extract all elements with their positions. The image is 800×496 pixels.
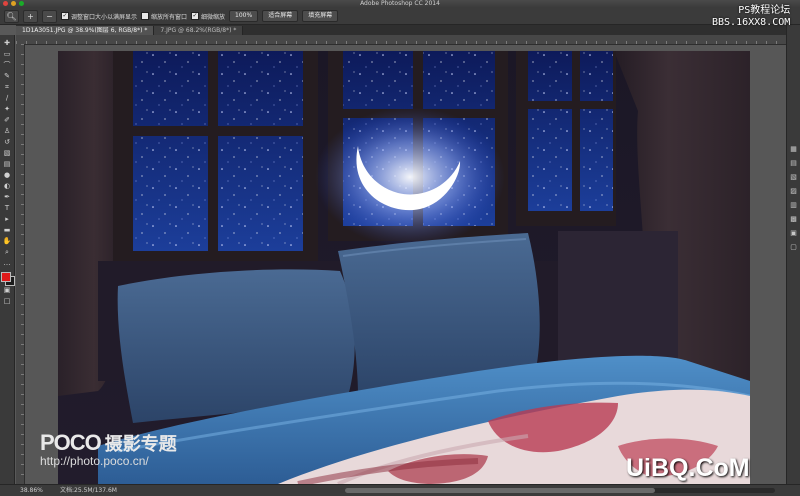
horizontal-scrollbar[interactable] xyxy=(345,488,775,493)
watermark-forum: PS教程论坛 BBS.16XX8.COM xyxy=(712,5,790,29)
tools-panel: ✚ ▭ ⌒ ✎ ⌗ ∕ ✦ ✐ ♙ ↺ ▧ ▤ ● ◐ ✒ T ▸ ▬ ✋ ⌕ … xyxy=(0,35,15,484)
tab-document-1[interactable]: 1D1A3051.JPG @ 38.9%(图层 6, RGB/8*) * xyxy=(16,26,155,35)
window-title: Adobe Photoshop CC 2014 xyxy=(360,0,440,7)
gradient-tool-icon[interactable]: ▤ xyxy=(2,160,13,169)
screen-mode-icon[interactable]: □ xyxy=(2,297,13,306)
checkbox-label: 调整窗口大小以满屏显示 xyxy=(71,13,138,21)
zoom-level[interactable]: 38.86% xyxy=(20,485,43,496)
zoom-window-icon[interactable] xyxy=(19,1,24,6)
poco-brand: POCO xyxy=(40,430,102,455)
panel-icon-1[interactable]: ▦ xyxy=(789,145,798,153)
crop-tool-icon[interactable]: ⌗ xyxy=(2,83,13,92)
eraser-tool-icon[interactable]: ▧ xyxy=(2,149,13,158)
color-swatches[interactable] xyxy=(1,272,15,286)
panel-icon-5[interactable]: ▥ xyxy=(789,201,798,209)
tab-label: 7.JPG @ 68.2%(RGB/8*) * xyxy=(160,27,237,34)
tab-label: 1D1A3051.JPG @ 38.9%(图层 6, RGB/8*) * xyxy=(22,27,148,34)
options-bar: 🔍︎ + − ✓ 调整窗口大小以满屏显示 缩放所有窗口 ✓ 细微缩放 100% … xyxy=(0,8,800,25)
quick-mask-icon[interactable]: ▣ xyxy=(2,286,13,295)
hand-tool-icon[interactable]: ✋ xyxy=(2,237,13,246)
checkmark-icon: ✓ xyxy=(191,12,200,20)
window-controls xyxy=(3,1,24,6)
dodge-tool-icon[interactable]: ◐ xyxy=(2,182,13,191)
tab-document-2[interactable]: 7.JPG @ 68.2%(RGB/8*) * xyxy=(154,26,244,35)
type-tool-icon[interactable]: T xyxy=(2,204,13,213)
watermark-uibq: UiBQ.CoM xyxy=(626,454,750,482)
photoshop-window: Adobe Photoshop CC 2014 🔍︎ + − ✓ 调整窗口大小以… xyxy=(0,0,800,496)
blur-tool-icon[interactable]: ● xyxy=(2,171,13,180)
bedroom-night-photo[interactable] xyxy=(58,51,750,484)
pen-tool-icon[interactable]: ✒ xyxy=(2,193,13,202)
title-bar: Adobe Photoshop CC 2014 xyxy=(0,0,800,8)
checkmark-icon: ✓ xyxy=(61,12,69,20)
poco-url: http://photo.poco.cn/ xyxy=(40,454,149,468)
brush-tool-icon[interactable]: ✐ xyxy=(2,116,13,125)
panel-icon-2[interactable]: ▤ xyxy=(789,159,798,167)
zoom-100-button[interactable]: 100% xyxy=(229,10,259,22)
panel-icon-8[interactable]: ▢ xyxy=(789,243,798,251)
history-brush-icon[interactable]: ↺ xyxy=(2,138,13,147)
clone-stamp-icon[interactable]: ♙ xyxy=(2,127,13,136)
close-window-icon[interactable] xyxy=(3,1,8,6)
resize-windows-checkbox[interactable]: ✓ 调整窗口大小以满屏显示 xyxy=(61,12,137,21)
fill-screen-button[interactable]: 填充屏幕 xyxy=(302,10,339,22)
canvas-area[interactable] xyxy=(25,45,786,484)
shape-tool-icon[interactable]: ▬ xyxy=(2,226,13,235)
horizontal-ruler[interactable] xyxy=(16,35,786,45)
checkbox-label: 缩放所有窗口 xyxy=(151,13,188,21)
path-select-icon[interactable]: ▸ xyxy=(2,215,13,224)
quick-select-tool-icon[interactable]: ✎ xyxy=(2,72,13,81)
watermark-poco: POCO 摄影专题 http://photo.poco.cn/ xyxy=(40,432,177,468)
panel-icon-4[interactable]: ▨ xyxy=(789,187,798,195)
document-tabs: 1D1A3051.JPG @ 38.9%(图层 6, RGB/8*) * 7.J… xyxy=(16,25,786,35)
more-tools-icon[interactable]: … xyxy=(2,259,13,268)
watermark-forum-line2: BBS.16XX8.COM xyxy=(712,17,791,28)
zoom-tool-icon[interactable]: ⌕ xyxy=(2,248,13,257)
zoom-out-icon[interactable]: − xyxy=(42,9,57,23)
panel-icon-3[interactable]: ▧ xyxy=(789,173,798,181)
healing-brush-icon[interactable]: ✦ xyxy=(2,105,13,114)
zoom-tool-icon[interactable]: 🔍︎ xyxy=(4,9,19,23)
minimize-window-icon[interactable] xyxy=(11,1,16,6)
vertical-ruler[interactable] xyxy=(16,44,25,484)
fit-screen-button[interactable]: 适合屏幕 xyxy=(262,10,299,22)
poco-subtitle: 摄影专题 xyxy=(104,434,177,454)
foreground-color-swatch[interactable] xyxy=(1,272,11,282)
checkbox-label: 细微缩放 xyxy=(201,13,226,21)
marquee-tool-icon[interactable]: ▭ xyxy=(2,50,13,59)
watermark-forum-line1: PS教程论坛 xyxy=(738,5,791,16)
lasso-tool-icon[interactable]: ⌒ xyxy=(2,61,13,70)
panel-icon-7[interactable]: ▣ xyxy=(789,229,798,237)
panel-icon-6[interactable]: ▩ xyxy=(789,215,798,223)
document-size[interactable]: 文档:25.5M/137.6M xyxy=(60,485,117,496)
checkbox-empty-icon xyxy=(141,12,150,20)
zoom-in-icon[interactable]: + xyxy=(23,9,38,23)
status-bar: 38.86% 文档:25.5M/137.6M xyxy=(0,484,800,496)
scrollbar-thumb[interactable] xyxy=(345,488,655,493)
right-panel-strip: ▦ ▤ ▧ ▨ ▥ ▩ ▣ ▢ xyxy=(786,25,800,484)
eyedropper-tool-icon[interactable]: ∕ xyxy=(2,94,13,103)
scrubby-zoom-checkbox[interactable]: ✓ 细微缩放 xyxy=(191,12,225,21)
move-tool-icon[interactable]: ✚ xyxy=(2,39,13,48)
zoom-all-windows-checkbox[interactable]: 缩放所有窗口 xyxy=(141,12,187,21)
